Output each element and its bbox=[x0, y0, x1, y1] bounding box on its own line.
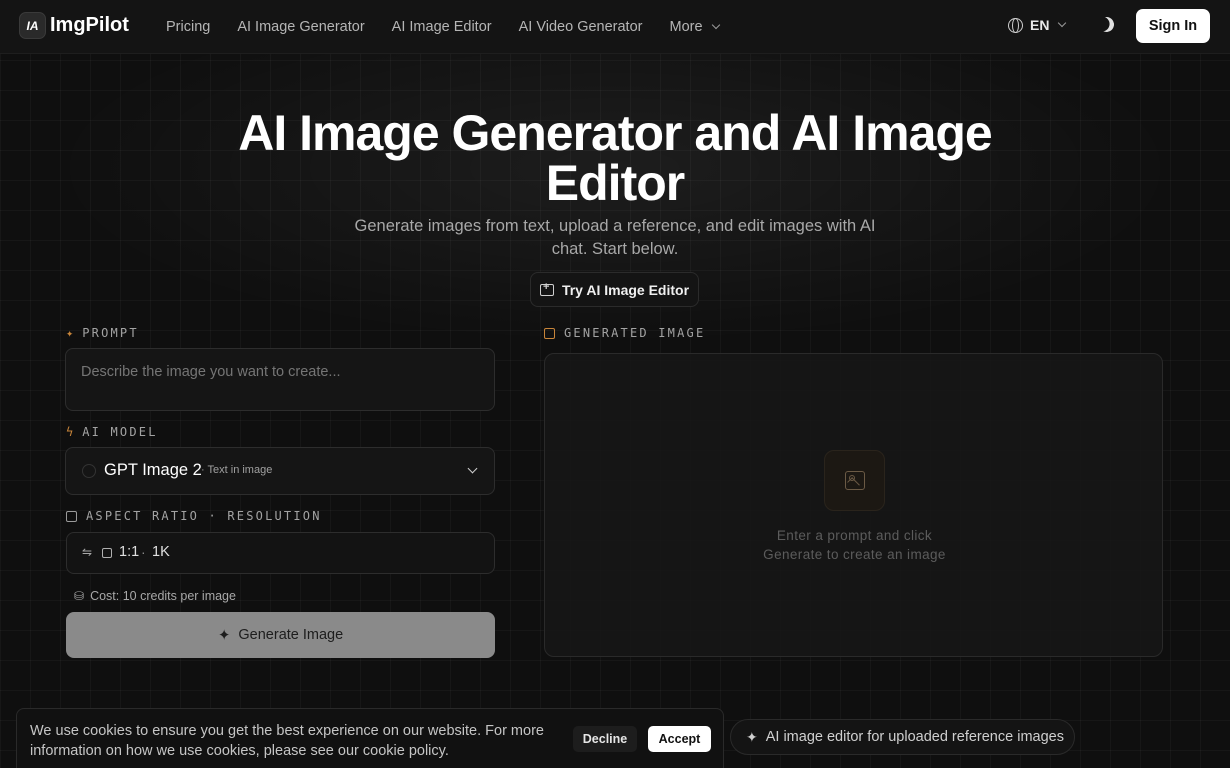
aspect-ratio-resolution-select[interactable]: ⇋ 1:1 · 1K bbox=[66, 532, 495, 574]
sparkles-icon: ✦ bbox=[217, 627, 231, 644]
aspect-ratio-value: 1:1 bbox=[119, 544, 140, 560]
nav-more-label: More bbox=[669, 19, 703, 35]
prompt-label: ✦ PROMPT bbox=[66, 326, 139, 340]
model-tag: · Text in image bbox=[201, 464, 273, 476]
logo-text: ImgPilot bbox=[50, 14, 129, 36]
feature-pill-link[interactable]: ✦ AI image editor for uploaded reference… bbox=[730, 719, 1075, 755]
sign-in-button[interactable]: Sign In bbox=[1136, 9, 1210, 43]
logo-mark-icon: IA bbox=[19, 12, 46, 39]
globe-icon bbox=[1008, 17, 1023, 33]
image-placeholder bbox=[824, 450, 885, 511]
nav-more-dropdown[interactable]: More bbox=[669, 19, 720, 35]
ai-model-label: ϟ AI MODEL bbox=[66, 425, 158, 439]
accept-cookies-button[interactable]: Accept bbox=[648, 726, 711, 752]
language-label: EN bbox=[1030, 17, 1050, 33]
sparkles-icon: ✦ bbox=[66, 326, 74, 340]
model-name: GPT Image 2 bbox=[104, 461, 202, 479]
nav-link-pricing[interactable]: Pricing bbox=[166, 19, 210, 35]
ai-model-label-text: AI MODEL bbox=[82, 425, 158, 439]
try-ai-image-editor-button[interactable]: Try AI Image Editor bbox=[530, 272, 699, 307]
model-logo-icon bbox=[82, 464, 96, 478]
empty-state-text: Enter a prompt and click Generate to cre… bbox=[545, 526, 1164, 564]
empty-state-line1: Enter a prompt and click bbox=[776, 528, 933, 543]
generate-button-label: Generate Image bbox=[238, 627, 344, 643]
generated-image-label-text: GENERATED IMAGE bbox=[564, 326, 706, 340]
cookie-banner: We use cookies to ensure you get the bes… bbox=[16, 708, 724, 768]
chevron-down-icon bbox=[711, 20, 720, 30]
try-button-label: Try AI Image Editor bbox=[561, 281, 690, 298]
top-navbar: IA ImgPilot Pricing AI Image Generator A… bbox=[0, 0, 1230, 54]
sparkles-icon: ✦ bbox=[746, 728, 758, 745]
nav-links: Pricing AI Image Generator AI Image Edit… bbox=[166, 0, 746, 54]
nav-link-ai-image-generator[interactable]: AI Image Generator bbox=[237, 19, 364, 35]
cookie-text: We use cookies to ensure you get the bes… bbox=[30, 723, 544, 759]
cost-info: ⛁ Cost: 10 credits per image bbox=[74, 589, 236, 603]
generate-image-button[interactable]: ✦ Generate Image bbox=[66, 612, 495, 658]
empty-state-line2: Generate to create an image bbox=[763, 547, 946, 562]
prompt-label-text: PROMPT bbox=[82, 326, 139, 340]
aspect-ratio-label-text: ASPECT RATIO · RESOLUTION bbox=[86, 509, 322, 523]
nav-link-ai-video-generator[interactable]: AI Video Generator bbox=[519, 19, 643, 35]
chevron-down-icon bbox=[467, 463, 478, 474]
feature-pill-label: AI image editor for uploaded reference i… bbox=[765, 729, 1064, 745]
square-ratio-icon bbox=[102, 548, 112, 558]
image-icon bbox=[845, 471, 865, 490]
add-image-icon bbox=[539, 281, 554, 296]
page-title: AI Image Generator and AI Image Editor bbox=[0, 108, 1230, 208]
lightning-icon: ϟ bbox=[66, 425, 74, 439]
aspect-ratio-label: ASPECT RATIO · RESOLUTION bbox=[66, 509, 322, 523]
nav-link-ai-image-editor[interactable]: AI Image Editor bbox=[392, 19, 492, 35]
sliders-icon: ⇋ bbox=[82, 545, 93, 559]
ai-model-select[interactable]: GPT Image 2 · Text in image bbox=[65, 447, 495, 495]
moon-icon[interactable] bbox=[1097, 15, 1116, 34]
page-title-line2: Editor bbox=[545, 155, 685, 211]
generated-image-panel: Enter a prompt and click Generate to cre… bbox=[544, 353, 1163, 657]
page-title-line1: AI Image Generator and AI Image bbox=[238, 105, 992, 161]
logo[interactable]: IA ImgPilot bbox=[19, 12, 129, 39]
separator-dot: · bbox=[141, 544, 146, 560]
generated-image-label: GENERATED IMAGE bbox=[544, 326, 705, 340]
decline-cookies-button[interactable]: Decline bbox=[573, 726, 637, 752]
cost-text: Cost: 10 credits per image bbox=[90, 589, 236, 603]
image-icon bbox=[544, 327, 555, 339]
coins-icon: ⛁ bbox=[74, 589, 85, 603]
resolution-value: 1K bbox=[152, 544, 170, 560]
hero-subtitle: Generate images from text, upload a refe… bbox=[354, 217, 876, 258]
image-icon bbox=[66, 510, 77, 522]
language-selector[interactable]: EN bbox=[1008, 17, 1067, 33]
prompt-input[interactable] bbox=[65, 348, 495, 411]
chevron-down-icon bbox=[1058, 18, 1067, 28]
